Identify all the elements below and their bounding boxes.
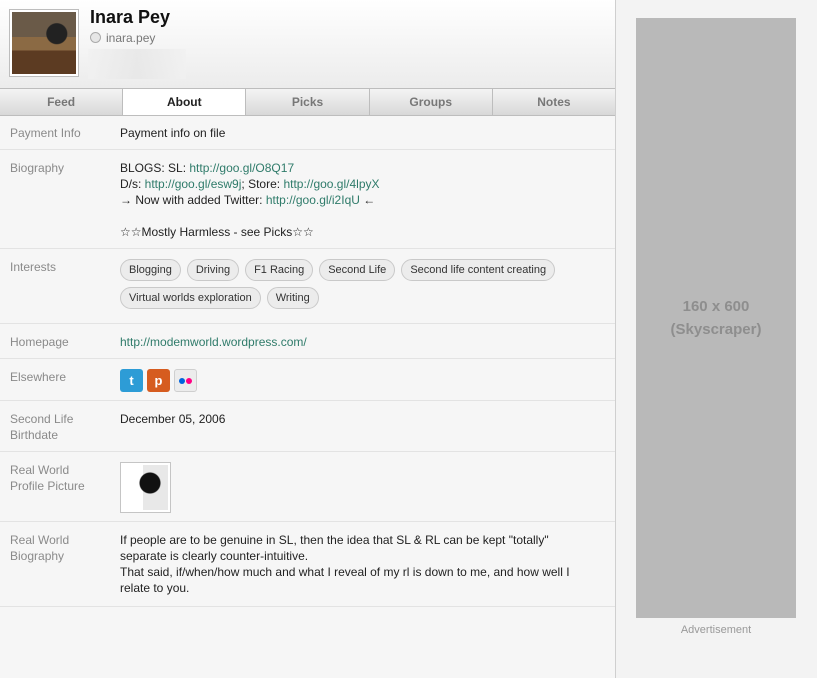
tab-feed[interactable]: Feed [0, 89, 124, 115]
bio-twitter-link[interactable]: http://goo.gl/i2IqU [266, 193, 360, 207]
flickr-icon[interactable] [174, 369, 197, 392]
rw-picture-label-line2: Profile Picture [10, 479, 85, 493]
avatar[interactable] [9, 9, 79, 77]
rw-picture-value [120, 462, 615, 513]
birthdate-value: December 05, 2006 [120, 412, 226, 426]
bio-line2-mid: ; Store: [241, 177, 284, 191]
interest-tag[interactable]: Virtual worlds exploration [120, 287, 261, 309]
profile-username: inara.pey [90, 31, 155, 45]
interest-tag[interactable]: Second life content creating [401, 259, 556, 281]
biography-row: Biography BLOGS: SL: http://goo.gl/O8Q17… [0, 150, 615, 249]
elsewhere-value: t p [120, 369, 615, 392]
username-text: inara.pey [106, 31, 156, 45]
status-icon [90, 32, 101, 43]
blurred-area [88, 49, 186, 79]
bio-line3-prefix: → Now with added Twitter: [120, 193, 266, 207]
ad-size-text: 160 x 600 [682, 298, 750, 315]
birthdate-row: Second Life Birthdate December 05, 2006 [0, 401, 615, 452]
bio-line3-suffix: ← [359, 193, 376, 207]
rw-picture-label: Real World Profile Picture [0, 462, 120, 513]
rw-bio-line3: That said, if/when/how much and what I r… [120, 565, 570, 579]
homepage-value: http://modemworld.wordpress.com/ [120, 334, 615, 350]
interest-tags: Blogging Driving F1 Racing Second Life S… [120, 259, 607, 309]
interest-tag[interactable]: Writing [266, 287, 319, 309]
rw-biography-label: Real World Biography [0, 532, 120, 596]
rw-bio-label-line1: Real World [10, 533, 70, 547]
birthdate-label-line1: Second Life [10, 412, 74, 426]
rw-biography-row: Real World Biography If people are to be … [0, 522, 615, 607]
birthdate-label: Second Life Birthdate [0, 411, 120, 443]
payment-row: Payment Info Payment info on file [0, 115, 615, 150]
plurk-icon[interactable]: p [147, 369, 170, 392]
bio-line1-prefix: BLOGS: SL: [120, 161, 190, 175]
profile-header: Inara Pey inara.pey [0, 0, 615, 89]
profile-tabs: Feed About Picks Groups Notes [0, 88, 615, 116]
tab-groups[interactable]: Groups [370, 89, 493, 115]
rw-bio-line2: separate is clearly counter-intuitive. [120, 549, 309, 563]
tab-picks[interactable]: Picks [246, 89, 370, 115]
twitter-icon[interactable]: t [120, 369, 143, 392]
bio-ds-link[interactable]: http://goo.gl/esw9j [145, 177, 242, 191]
ad-placeholder[interactable]: 160 x 600 (Skyscraper) [636, 18, 796, 618]
payment-value: Payment info on file [120, 126, 226, 140]
elsewhere-row: Elsewhere t p [0, 359, 615, 401]
bio-store-link[interactable]: http://goo.gl/4lpyX [283, 177, 379, 191]
homepage-label: Homepage [10, 335, 69, 349]
rw-picture-row: Real World Profile Picture [0, 452, 615, 522]
interest-tag[interactable]: Blogging [120, 259, 181, 281]
elsewhere-label: Elsewhere [10, 370, 67, 384]
bio-line4: ☆☆Mostly Harmless - see Picks☆☆ [120, 225, 314, 239]
bio-blog-link[interactable]: http://goo.gl/O8Q17 [189, 161, 294, 175]
rw-picture-label-line1: Real World [10, 463, 70, 477]
rw-bio-line1: If people are to be genuine in SL, then … [120, 533, 549, 547]
elsewhere-icons: t p [120, 369, 607, 392]
avatar-image [12, 12, 76, 74]
profile-panel: Inara Pey inara.pey Feed About Picks Gro… [0, 0, 616, 678]
rw-profile-image [123, 465, 168, 510]
bio-line2-prefix: D/s: [120, 177, 145, 191]
rw-bio-line4: relate to you. [120, 581, 190, 595]
biography-value: BLOGS: SL: http://goo.gl/O8Q17 D/s: http… [120, 160, 615, 240]
tab-notes[interactable]: Notes [493, 89, 615, 115]
interest-tag[interactable]: F1 Racing [245, 259, 314, 281]
interest-tag[interactable]: Driving [186, 259, 240, 281]
ad-type-text: (Skyscraper) [670, 321, 762, 338]
profile-name: Inara Pey [90, 7, 171, 27]
rw-bio-label-line2: Biography [10, 549, 65, 563]
biography-label: Biography [10, 161, 65, 175]
homepage-link[interactable]: http://modemworld.wordpress.com/ [120, 335, 307, 349]
payment-label: Payment Info [10, 126, 81, 140]
interests-value: Blogging Driving F1 Racing Second Life S… [120, 259, 615, 309]
interests-row: Interests Blogging Driving F1 Racing Sec… [0, 249, 615, 324]
homepage-row: Homepage http://modemworld.wordpress.com… [0, 324, 615, 359]
rw-profile-picture[interactable] [120, 462, 171, 513]
interests-label: Interests [10, 260, 57, 274]
interest-tag[interactable]: Second Life [319, 259, 396, 281]
tab-about[interactable]: About [123, 89, 247, 115]
rw-biography-value: If people are to be genuine in SL, then … [120, 532, 615, 596]
ad-label: Advertisement [680, 624, 752, 636]
birthdate-label-line2: Birthdate [10, 428, 59, 442]
about-content: Payment Info Payment info on file Biogra… [0, 115, 615, 607]
